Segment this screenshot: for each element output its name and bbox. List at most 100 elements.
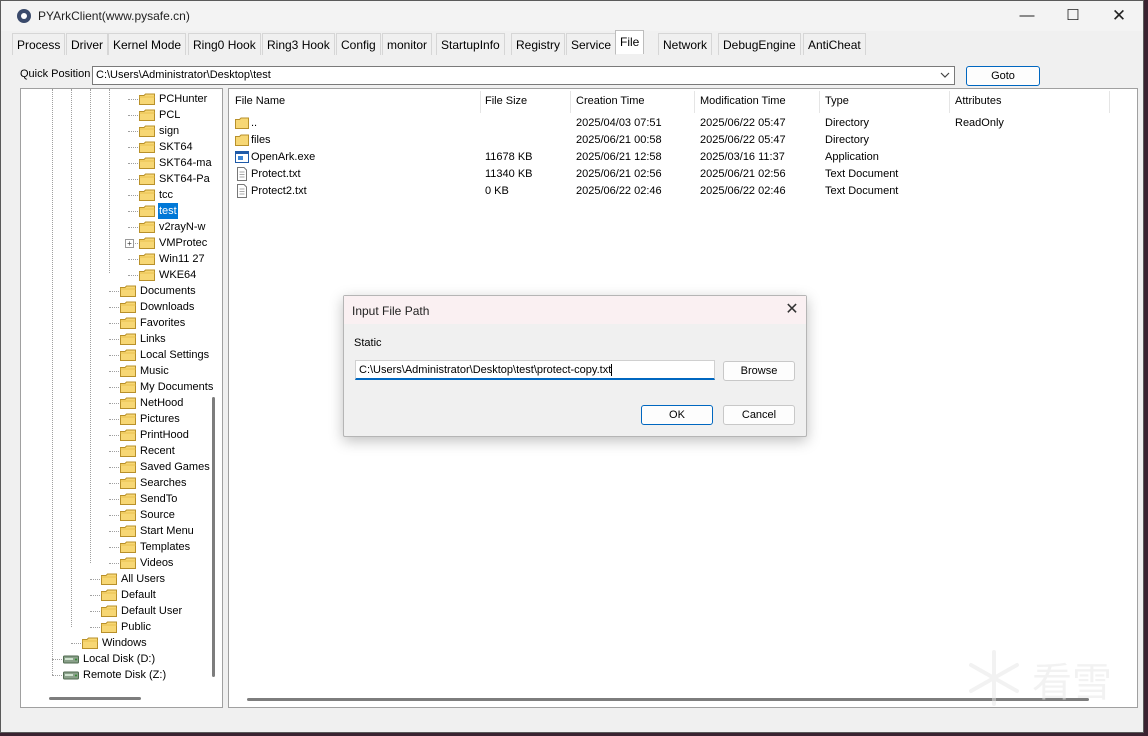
tree-item-label: NetHood <box>140 397 184 409</box>
folder-icon <box>139 237 155 249</box>
tree-guide-line <box>90 627 100 628</box>
tree-guide-line <box>109 451 119 452</box>
file-row[interactable]: files 2025/06/21 00:58 2025/06/22 05:47 Dir… <box>229 132 1137 149</box>
folder-icon <box>120 381 136 393</box>
tree-item-label: SKT64-Pa <box>159 173 210 185</box>
tree-guide-line <box>52 89 53 675</box>
tab-ring0-hook[interactable]: Ring0 Hook <box>188 33 261 55</box>
tree-item-label: test <box>158 203 178 219</box>
folder-icon <box>139 173 155 185</box>
folder-icon <box>101 573 117 585</box>
column-header[interactable]: File Name <box>235 95 285 111</box>
tab-startupinfo[interactable]: StartupInfo <box>436 33 505 55</box>
tree-item-label: Windows <box>102 637 147 649</box>
file-row[interactable]: Protect2.txt 0 KB 2025/06/22 02:46 2025/06/… <box>229 183 1137 200</box>
dialog-static-label: Static <box>354 337 382 349</box>
browse-button[interactable]: Browse <box>723 361 795 381</box>
tree-item-label: All Users <box>121 573 166 585</box>
tab-config[interactable]: Config <box>336 33 381 55</box>
tree-item-label: Music <box>140 365 169 377</box>
file-created-cell: 2025/06/21 02:56 <box>576 168 662 180</box>
folder-icon <box>120 317 136 329</box>
file-type-cell: Directory <box>825 117 870 129</box>
tab-file[interactable]: File <box>615 30 645 54</box>
file-row[interactable]: OpenArk.exe 11678 KB 2025/06/21 12:58 2025/… <box>229 149 1137 166</box>
tree-item-label: Start Menu <box>140 525 194 537</box>
close-button[interactable]: ✕ <box>1096 1 1142 31</box>
tree-item-label: Default <box>121 589 156 601</box>
tab-registry[interactable]: Registry <box>511 33 566 55</box>
tab-ring3-hook[interactable]: Ring3 Hook <box>262 33 335 55</box>
tree-horizontal-scrollbar[interactable] <box>49 697 141 700</box>
dialog-close-icon[interactable]: ✕ <box>780 299 804 321</box>
tab-service[interactable]: Service <box>566 33 617 55</box>
tab-driver[interactable]: Driver <box>66 33 108 55</box>
tree-item-label: Documents <box>140 285 196 297</box>
tree-item-label: Default User <box>121 605 183 617</box>
tree-guide-line <box>109 89 110 273</box>
quick-position-combo[interactable]: C:\Users\Administrator\Desktop\test <box>92 66 955 85</box>
tab-kernel-mode[interactable]: Kernel Mode <box>108 33 187 55</box>
file-row[interactable]: Protect.txt 11340 KB 2025/06/21 02:56 2025/… <box>229 166 1137 183</box>
file-modified-cell: 2025/03/16 11:37 <box>700 151 785 163</box>
folder-icon <box>120 477 136 489</box>
ok-button[interactable]: OK <box>641 405 713 425</box>
tree-guide-line <box>90 89 91 563</box>
column-separator[interactable] <box>694 91 695 113</box>
folder-icon <box>120 301 136 313</box>
tab-debugengine[interactable]: DebugEngine <box>718 33 801 55</box>
folder-icon <box>120 541 136 553</box>
minimize-button[interactable]: — <box>1004 1 1050 31</box>
file-created-cell: 2025/04/03 07:51 <box>576 117 662 129</box>
folder-icon <box>120 557 136 569</box>
column-header[interactable]: Type <box>825 95 849 111</box>
column-header[interactable]: Attributes <box>955 95 1001 111</box>
chevron-down-icon[interactable] <box>939 68 951 82</box>
folder-icon <box>139 189 155 201</box>
column-separator[interactable] <box>949 91 950 113</box>
window-title: PYArkClient(www.pysafe.cn) <box>38 9 190 23</box>
tree-item-label: Remote Disk (Z:) <box>83 669 167 681</box>
tree-item-label: v2rayN-w <box>159 221 206 233</box>
tree-guide-line <box>109 403 119 404</box>
column-header[interactable]: Modification Time <box>700 95 786 111</box>
tree-guide-line <box>109 419 119 420</box>
file-size-cell: 11340 KB <box>485 168 533 180</box>
file-size-cell: 0 KB <box>485 185 509 197</box>
tab-monitor[interactable]: monitor <box>382 33 433 55</box>
tree-item-label: PCL <box>159 109 181 121</box>
column-separator[interactable] <box>480 91 481 113</box>
goto-button[interactable]: Goto <box>966 66 1040 86</box>
folder-icon <box>101 621 117 633</box>
file-path-input[interactable]: C:\Users\Administrator\Desktop\test\prot… <box>355 360 715 380</box>
column-separator[interactable] <box>570 91 571 113</box>
folder-icon <box>139 109 155 121</box>
file-type-cell: Directory <box>825 134 870 146</box>
dialog-title: Input File Path <box>352 304 430 318</box>
tab-anticheat[interactable]: AntiCheat <box>803 33 866 55</box>
tree-vertical-scrollbar[interactable] <box>212 397 215 677</box>
tab-process[interactable]: Process <box>12 33 66 55</box>
tree-item-label: Public <box>121 621 151 633</box>
file-created-cell: 2025/06/22 02:46 <box>576 185 662 197</box>
tree-item-label: PCHunter <box>159 93 208 105</box>
tree-guide-line <box>109 323 119 324</box>
text-file-icon <box>237 184 247 198</box>
column-separator[interactable] <box>1109 91 1110 113</box>
file-row[interactable]: .. 2025/04/03 07:51 2025/06/22 05:47 Direct… <box>229 115 1137 132</box>
input-file-path-dialog: Input File Path ✕ Static C:\Users\Admini… <box>343 295 807 437</box>
dialog-title-bar: Input File Path ✕ <box>344 296 806 324</box>
column-header[interactable]: Creation Time <box>576 95 644 111</box>
tree-guide-line <box>109 371 119 372</box>
column-separator[interactable] <box>819 91 820 113</box>
cancel-button[interactable]: Cancel <box>723 405 795 425</box>
tree-guide-line <box>128 99 138 100</box>
folder-tree[interactable]: PCHunter PCL sign SKT64 SKT64-ma SKT64-Pa tcc t… <box>20 88 223 708</box>
expand-plus-icon[interactable]: + <box>125 239 134 248</box>
column-header[interactable]: File Size <box>485 95 527 111</box>
maximize-button[interactable]: ☐ <box>1050 1 1096 31</box>
tree-item-label: WKE64 <box>159 269 197 281</box>
folder-icon <box>139 93 155 105</box>
tree-guide-line <box>128 211 138 212</box>
tab-network[interactable]: Network <box>658 33 713 55</box>
